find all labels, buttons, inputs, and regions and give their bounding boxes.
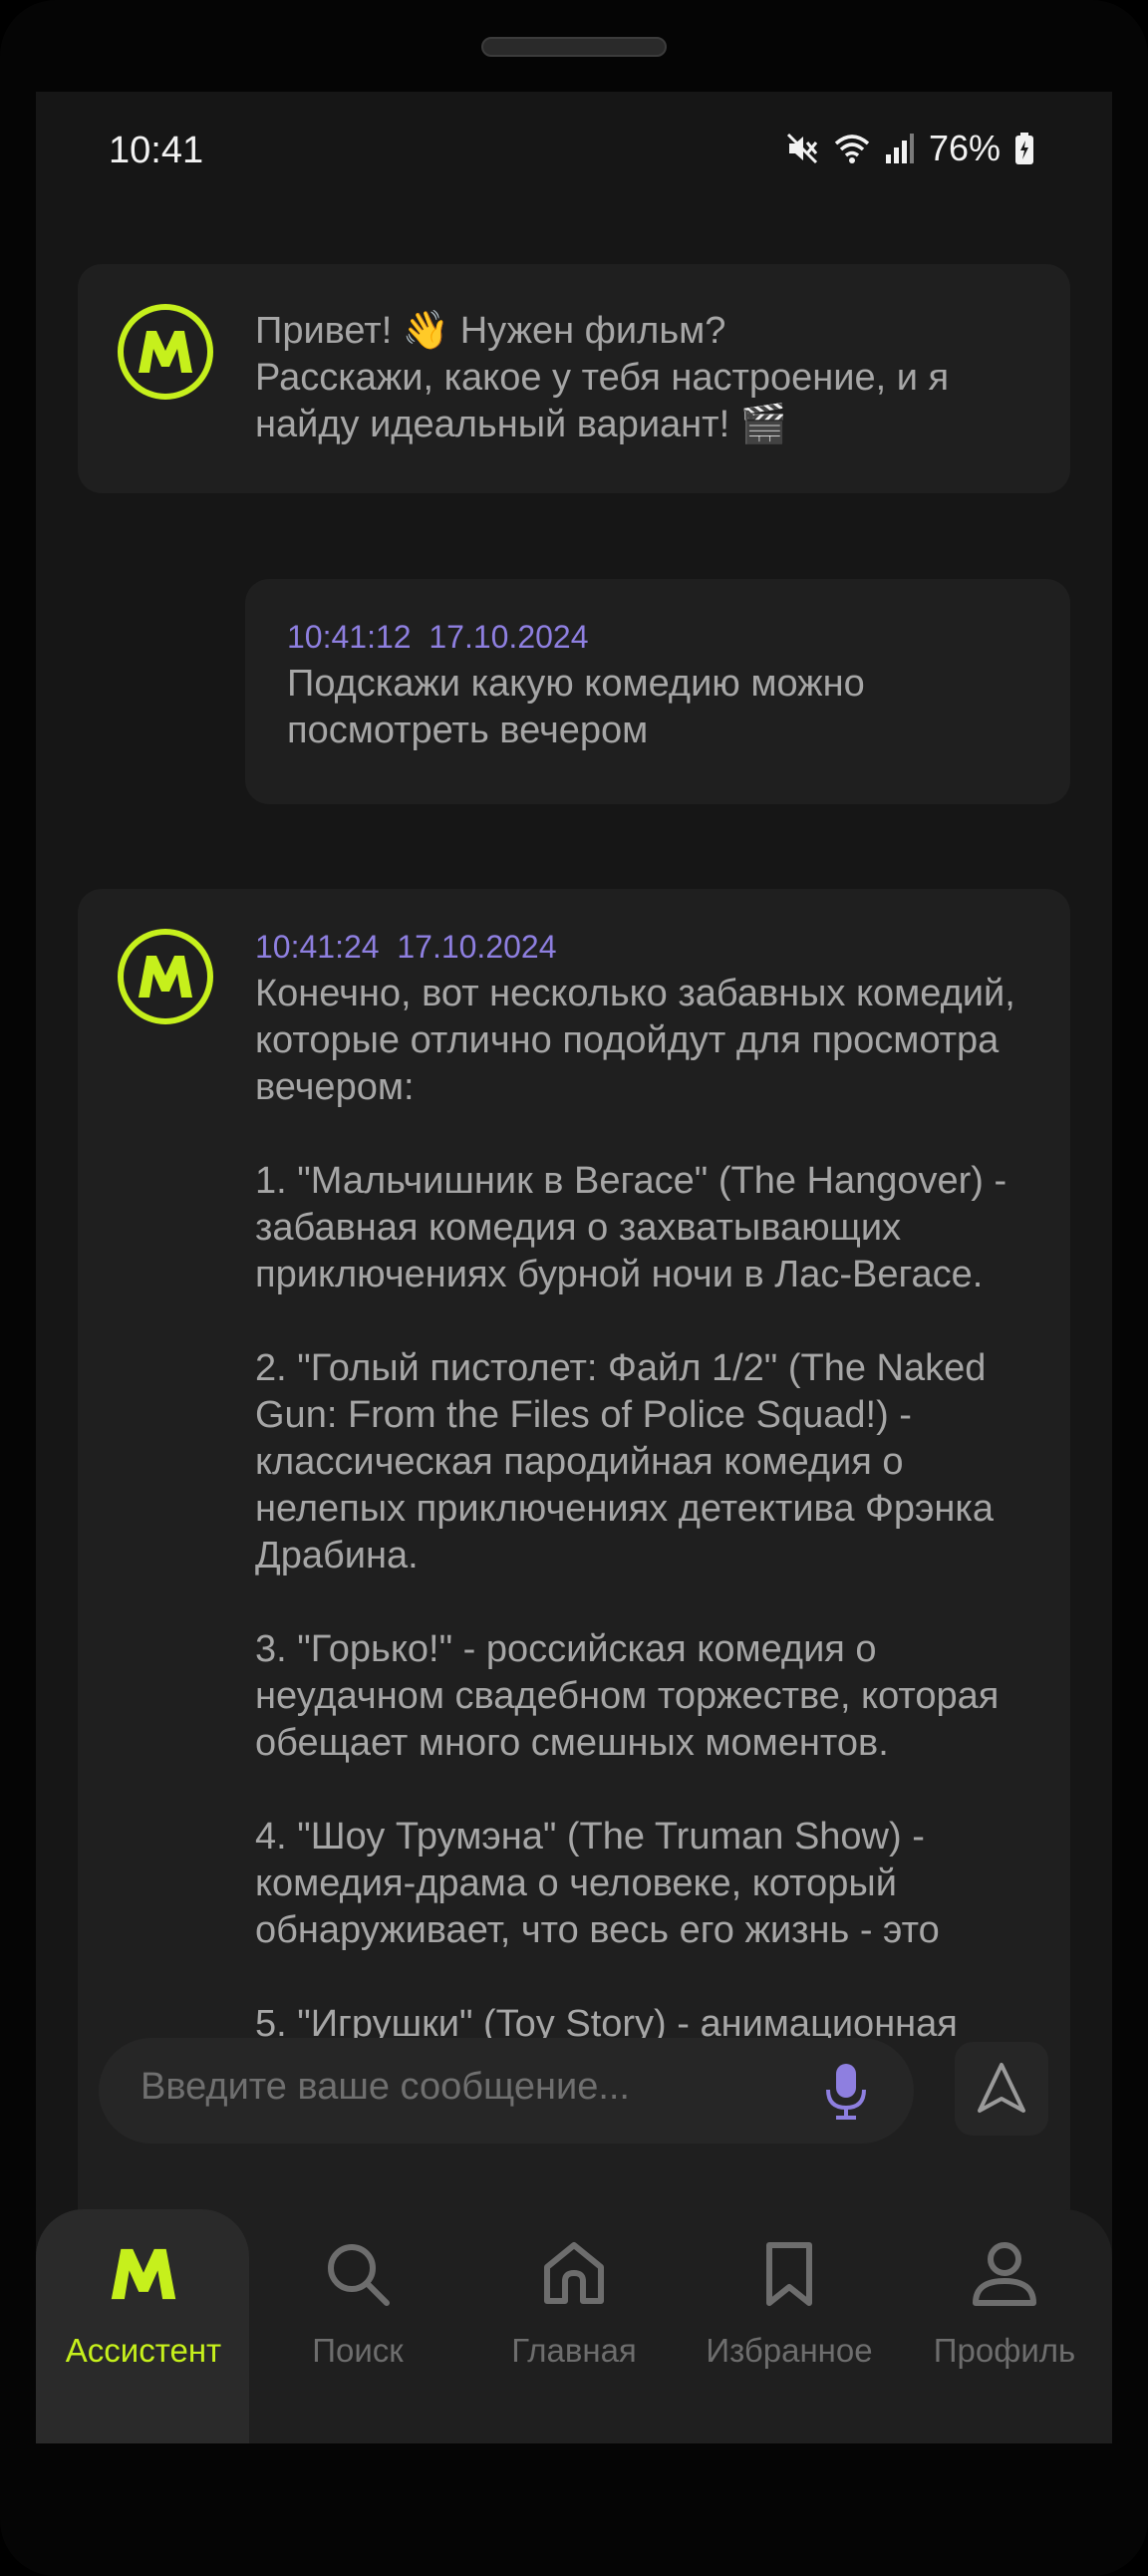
nav-label: Ассистент — [65, 2332, 222, 2369]
wifi-icon — [834, 135, 870, 163]
signal-icon — [885, 134, 914, 163]
message-date: 17.10.2024 — [429, 619, 589, 655]
message-input[interactable]: Введите ваше сообщение... — [99, 2038, 914, 2144]
mute-icon — [786, 133, 818, 164]
send-icon — [978, 2063, 1025, 2113]
nav-label: Избранное — [706, 2332, 873, 2369]
home-icon — [544, 2242, 604, 2304]
send-button[interactable] — [955, 2042, 1048, 2136]
microphone-icon[interactable] — [816, 2058, 876, 2124]
assistant-logo-icon — [139, 956, 192, 998]
battery-icon — [1015, 133, 1033, 164]
assistant-message-bubble: Привет! 👋 Нужен фильм? Расскажи, какое у… — [78, 264, 1070, 493]
status-bar: 10:41 76% — [36, 92, 1112, 211]
message-time: 10:41:24 — [255, 929, 380, 965]
assistant-message-text: Привет! 👋 Нужен фильм? Расскажи, какое у… — [255, 310, 950, 445]
nav-item-home[interactable]: Главная — [466, 2224, 682, 2404]
nav-item-profile[interactable]: Профиль — [897, 2224, 1112, 2404]
nav-label: Главная — [511, 2332, 637, 2369]
message-timestamp: 10:41:24 17.10.2024 — [255, 929, 557, 966]
search-icon — [328, 2244, 390, 2306]
assistant-avatar — [118, 929, 213, 1024]
nav-item-search[interactable]: Поиск — [250, 2224, 465, 2404]
assistant-logo-icon — [139, 331, 192, 373]
assistant-logo-icon — [111, 2248, 176, 2300]
assistant-avatar — [118, 304, 213, 400]
device-frame: Привет! 👋 Нужен фильм? Расскажи, какое у… — [0, 0, 1148, 2576]
assistant-message-text: Конечно, вот несколько забавных комедий,… — [255, 973, 1015, 2092]
message-date: 17.10.2024 — [397, 929, 557, 965]
bookmark-icon — [766, 2242, 812, 2306]
nav-item-favorites[interactable]: Избранное — [682, 2224, 897, 2404]
message-timestamp: 10:41:12 17.10.2024 — [287, 619, 589, 656]
app-screen: Привет! 👋 Нужен фильм? Расскажи, какое у… — [36, 92, 1112, 2443]
user-message-bubble: 10:41:12 17.10.2024 Подскажи какую комед… — [245, 579, 1070, 804]
message-input-placeholder: Введите ваше сообщение... — [141, 2066, 630, 2108]
user-message-text: Подскажи какую комедию можно посмотреть … — [287, 663, 865, 751]
status-icons: 76% — [785, 128, 1034, 169]
device-speaker — [481, 37, 667, 57]
profile-icon — [973, 2242, 1036, 2306]
nav-item-assistant[interactable]: Ассистент — [36, 2224, 251, 2404]
status-time: 10:41 — [109, 130, 204, 171]
message-time: 10:41:12 — [287, 619, 412, 655]
nav-label: Профиль — [933, 2332, 1076, 2369]
nav-label: Поиск — [312, 2332, 404, 2369]
battery-percent: 76% — [928, 128, 1001, 168]
